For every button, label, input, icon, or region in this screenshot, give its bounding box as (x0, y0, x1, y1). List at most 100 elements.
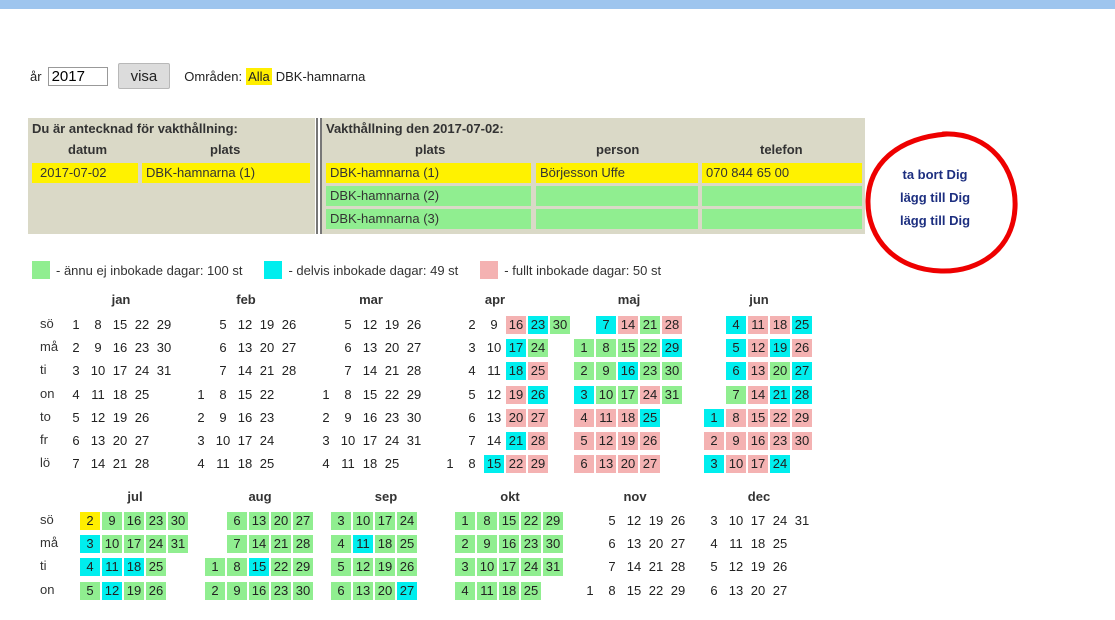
calendar-day[interactable]: 11 (353, 535, 373, 554)
calendar-day[interactable]: 15 (235, 386, 255, 404)
calendar-day[interactable]: 21 (646, 558, 666, 576)
calendar-day[interactable]: 16 (618, 362, 638, 381)
calendar-day[interactable]: 24 (521, 558, 541, 577)
calendar-day[interactable]: 17 (499, 558, 519, 577)
calendar-day[interactable]: 7 (602, 558, 622, 576)
calendar-day[interactable]: 11 (484, 362, 504, 380)
calendar-day[interactable]: 14 (624, 558, 644, 576)
calendar-day[interactable]: 7 (596, 316, 616, 334)
calendar-day[interactable]: 2 (316, 409, 336, 427)
calendar-day[interactable]: 17 (506, 339, 526, 358)
calendar-day[interactable]: 12 (726, 558, 746, 576)
calendar-day[interactable]: 4 (191, 455, 211, 473)
calendar-day[interactable]: 9 (726, 432, 746, 450)
calendar-day[interactable]: 23 (521, 535, 541, 554)
calendar-day[interactable]: 8 (726, 408, 746, 427)
calendar-day[interactable]: 7 (66, 455, 86, 473)
calendar-day[interactable]: 19 (257, 316, 277, 334)
calendar-day[interactable]: 6 (66, 432, 86, 450)
calendar-day[interactable]: 30 (662, 362, 682, 381)
calendar-day[interactable]: 26 (668, 512, 688, 530)
calendar-day[interactable]: 13 (360, 339, 380, 357)
calendar-day[interactable]: 12 (624, 512, 644, 530)
calendar-day[interactable]: 12 (88, 409, 108, 427)
calendar-day[interactable]: 29 (668, 582, 688, 600)
calendar-day[interactable]: 11 (338, 455, 358, 473)
calendar-day[interactable]: 30 (404, 409, 424, 427)
calendar-day[interactable]: 1 (580, 582, 600, 600)
calendar-day[interactable]: 5 (574, 432, 594, 450)
calendar-day[interactable]: 23 (271, 581, 291, 600)
calendar-day[interactable]: 20 (770, 362, 790, 381)
calendar-day[interactable]: 20 (748, 582, 768, 600)
calendar-day[interactable]: 3 (704, 512, 724, 530)
calendar-day[interactable]: 2 (66, 339, 86, 357)
calendar-day[interactable]: 8 (213, 386, 233, 404)
calendar-day[interactable]: 16 (506, 316, 526, 334)
calendar-day[interactable]: 9 (338, 409, 358, 427)
calendar-day[interactable]: 3 (316, 432, 336, 450)
calendar-day[interactable]: 11 (102, 558, 122, 577)
calendar-day[interactable]: 13 (624, 535, 644, 553)
calendar-day[interactable]: 25 (792, 316, 812, 334)
calendar-day[interactable]: 13 (484, 409, 504, 427)
calendar-day[interactable]: 23 (146, 512, 166, 530)
calendar-day[interactable]: 19 (124, 581, 144, 600)
calendar-day[interactable]: 6 (574, 455, 594, 474)
calendar-day[interactable]: 10 (213, 432, 233, 450)
calendar-day[interactable]: 6 (338, 339, 358, 357)
calendar-day[interactable]: 9 (227, 581, 247, 600)
calendar-day[interactable]: 17 (748, 512, 768, 530)
calendar-day[interactable]: 12 (102, 581, 122, 600)
calendar-day[interactable]: 10 (353, 512, 373, 530)
calendar-day[interactable]: 28 (404, 362, 424, 380)
show-button[interactable]: visa (117, 63, 171, 89)
calendar-day[interactable]: 20 (375, 581, 395, 600)
calendar-day[interactable]: 25 (640, 408, 660, 427)
calendar-day[interactable]: 14 (484, 432, 504, 450)
calendar-day[interactable]: 27 (528, 408, 548, 427)
calendar-day[interactable]: 30 (154, 339, 174, 357)
calendar-day[interactable]: 11 (477, 581, 497, 600)
calendar-day[interactable]: 23 (132, 339, 152, 357)
calendar-day[interactable]: 23 (528, 316, 548, 334)
calendar-day[interactable]: 15 (249, 558, 269, 577)
calendar-day[interactable]: 15 (484, 455, 504, 474)
calendar-day[interactable]: 29 (293, 558, 313, 577)
calendar-day[interactable]: 8 (477, 512, 497, 530)
calendar-day[interactable]: 7 (726, 385, 746, 404)
calendar-day[interactable]: 5 (462, 386, 482, 404)
calendar-day[interactable]: 13 (748, 362, 768, 381)
calendar-day[interactable]: 14 (618, 316, 638, 334)
calendar-day[interactable]: 31 (543, 558, 563, 577)
calendar-day[interactable]: 26 (770, 558, 790, 576)
calendar-day[interactable]: 26 (146, 581, 166, 600)
calendar-day[interactable]: 11 (88, 386, 108, 404)
calendar-day[interactable]: 23 (382, 409, 402, 427)
calendar-day[interactable]: 6 (462, 409, 482, 427)
calendar-day[interactable]: 19 (506, 385, 526, 404)
calendar-day[interactable]: 27 (404, 339, 424, 357)
calendar-day[interactable]: 29 (528, 455, 548, 474)
calendar-day[interactable]: 2 (574, 362, 594, 381)
calendar-day[interactable]: 10 (102, 535, 122, 554)
calendar-day[interactable]: 16 (124, 512, 144, 530)
calendar-day[interactable]: 10 (484, 339, 504, 357)
calendar-day[interactable]: 22 (646, 582, 666, 600)
calendar-day[interactable]: 1 (66, 316, 86, 334)
calendar-day[interactable]: 24 (382, 432, 402, 450)
calendar-day[interactable]: 26 (528, 385, 548, 404)
calendar-day[interactable]: 5 (602, 512, 622, 530)
calendar-day[interactable]: 28 (132, 455, 152, 473)
area-all-link[interactable]: Alla (246, 67, 272, 85)
calendar-day[interactable]: 15 (499, 512, 519, 530)
calendar-day[interactable]: 26 (640, 432, 660, 450)
calendar-day[interactable]: 13 (726, 582, 746, 600)
calendar-day[interactable]: 27 (770, 582, 790, 600)
calendar-day[interactable]: 24 (146, 535, 166, 554)
calendar-day[interactable]: 1 (574, 339, 594, 358)
calendar-day[interactable]: 9 (484, 316, 504, 334)
calendar-day[interactable]: 9 (102, 512, 122, 530)
calendar-day[interactable]: 8 (596, 339, 616, 358)
calendar-day[interactable]: 26 (132, 409, 152, 427)
